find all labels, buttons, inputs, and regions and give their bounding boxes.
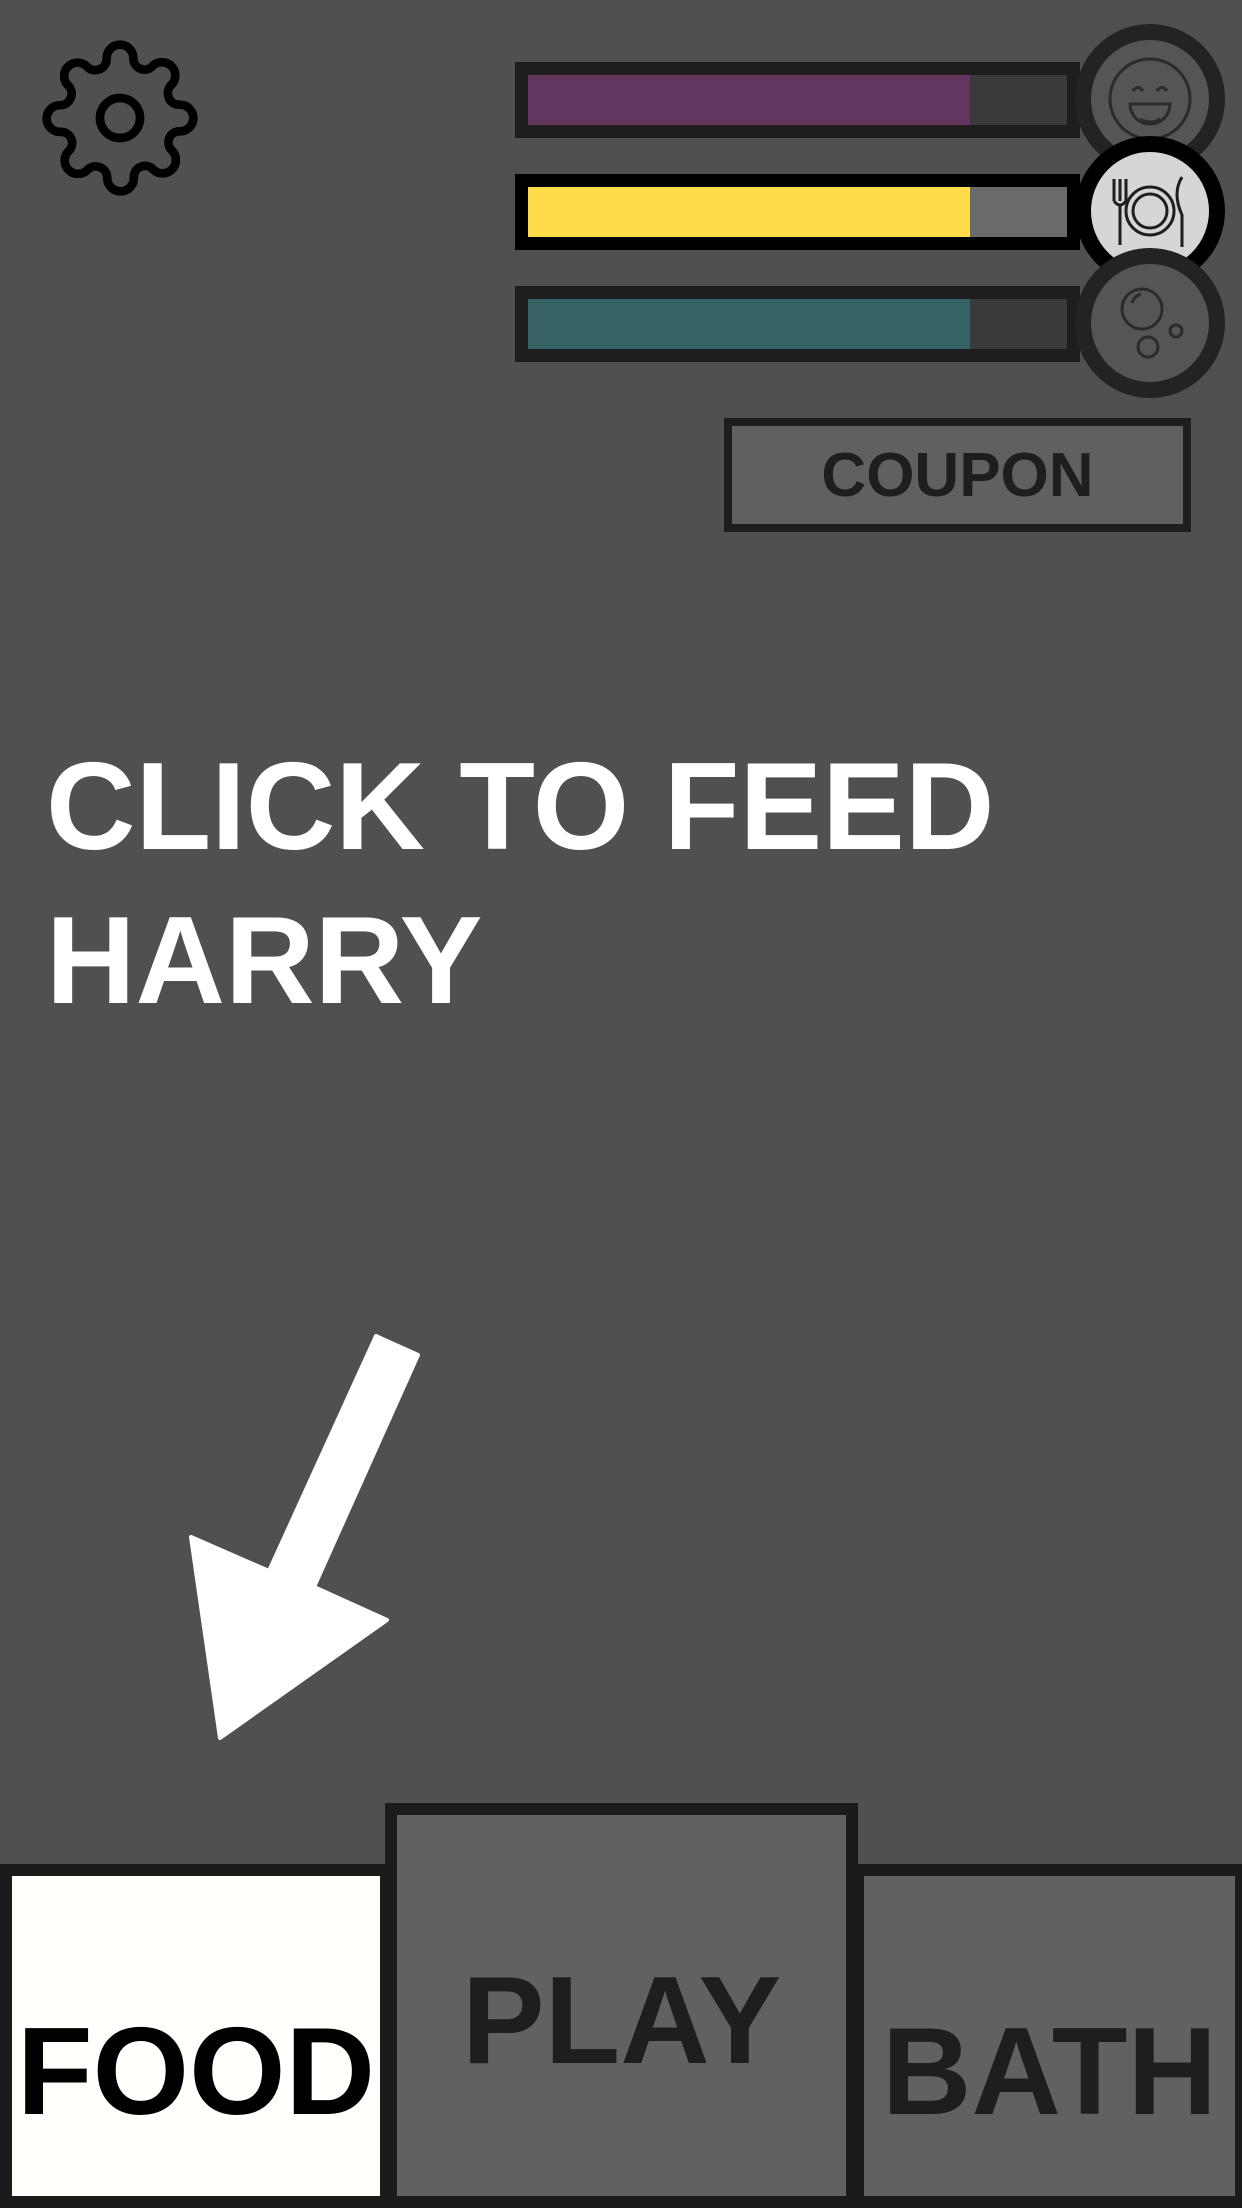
tab-bath-label: BATH <box>881 2003 1218 2141</box>
feed-prompt: CLICK TO FEED HARRY <box>46 738 995 1030</box>
cleanliness-status <box>1075 248 1225 398</box>
tab-food-label: FOOD <box>16 2003 376 2141</box>
plate-fork-knife-icon <box>1112 176 1184 247</box>
happiness-bar-fill <box>528 75 970 125</box>
happiness-bar <box>515 62 1080 138</box>
settings-button[interactable] <box>40 38 200 198</box>
smile-face-icon <box>1108 57 1192 141</box>
coupon-button[interactable]: COUPON <box>724 418 1191 532</box>
cleanliness-bar <box>515 286 1080 362</box>
tab-play[interactable]: PLAY <box>385 1803 858 2208</box>
gear-icon <box>42 40 198 196</box>
bubbles-icon <box>1120 287 1184 359</box>
tab-play-label: PLAY <box>461 1952 782 2090</box>
tab-food[interactable]: FOOD <box>0 1864 392 2208</box>
arrow-down-left-icon <box>189 1334 420 1740</box>
cleanliness-bar-fill <box>528 299 970 349</box>
hunger-bar <box>515 174 1080 250</box>
hunger-bar-fill <box>528 187 970 237</box>
tab-bath[interactable]: BATH <box>852 1864 1242 2208</box>
